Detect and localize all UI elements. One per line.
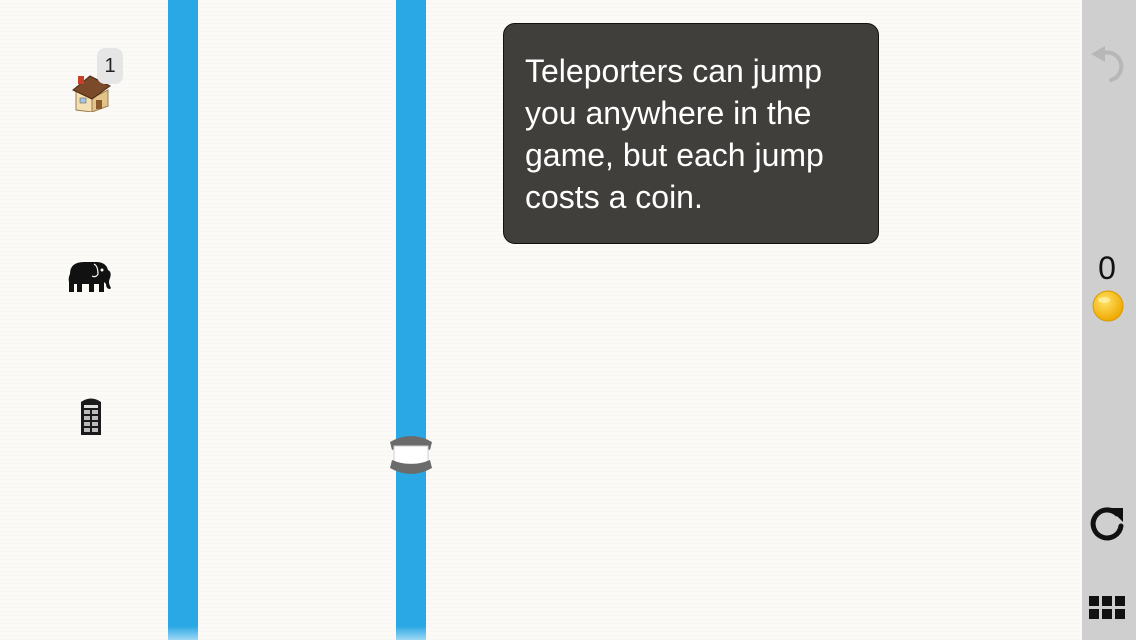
track-right (396, 0, 426, 640)
game-board: 1 Teleporters can jump you anywhere in t… (0, 0, 1082, 640)
undo-icon[interactable] (1082, 38, 1136, 90)
menu-grid-icon[interactable] (1082, 592, 1132, 624)
tutorial-tooltip: Teleporters can jump you anywhere in the… (503, 23, 879, 244)
phone-box-icon[interactable] (76, 394, 106, 436)
elephant-icon[interactable] (66, 258, 114, 296)
restart-icon[interactable] (1082, 500, 1132, 548)
teleporter-token[interactable] (386, 432, 436, 478)
coin-count: 0 (1098, 249, 1116, 286)
track-left (168, 0, 198, 640)
house-badge: 1 (97, 48, 123, 84)
coin-icon (1090, 288, 1126, 324)
right-sidebar: 0 (1082, 0, 1136, 640)
